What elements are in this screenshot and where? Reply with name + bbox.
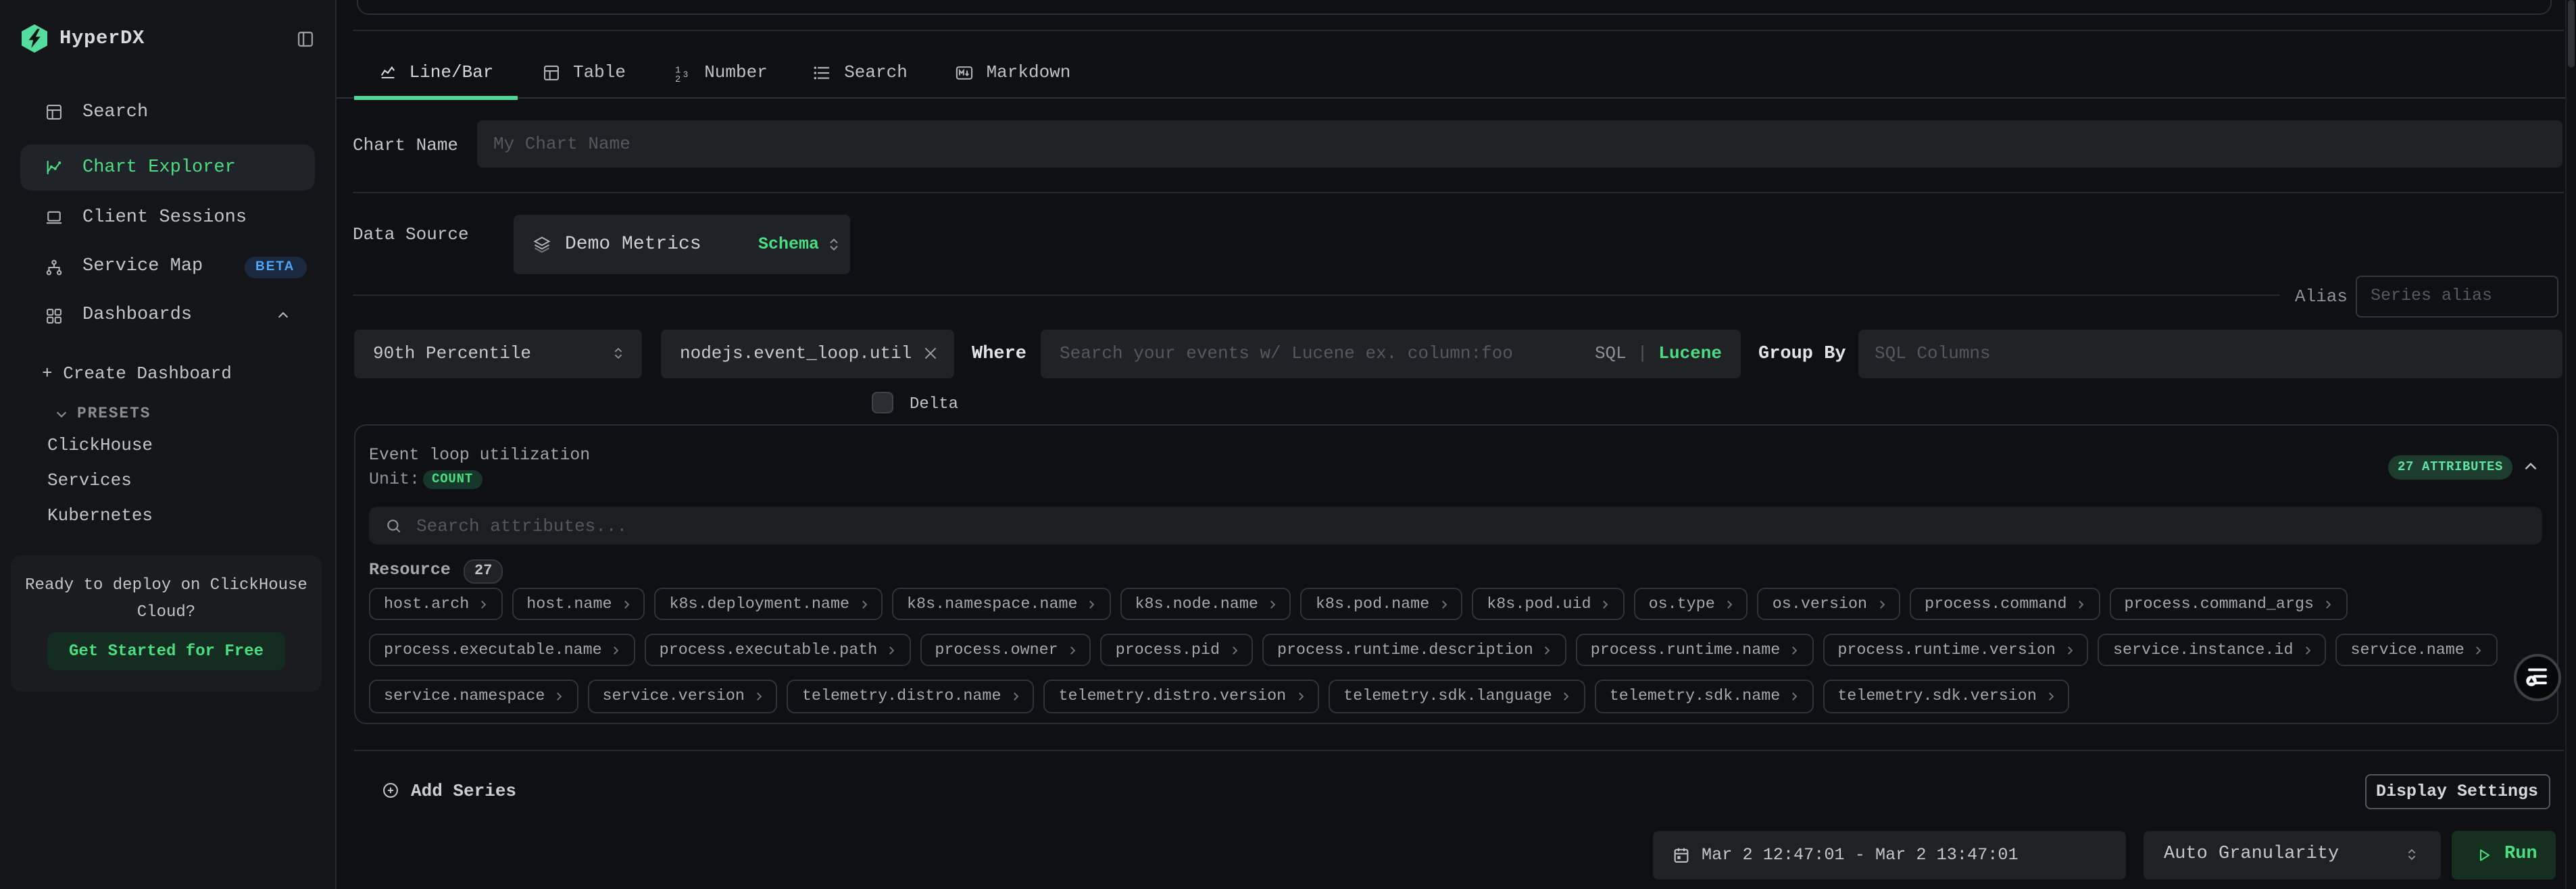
- svg-text:2: 2: [675, 74, 680, 82]
- svg-text:3: 3: [683, 69, 689, 79]
